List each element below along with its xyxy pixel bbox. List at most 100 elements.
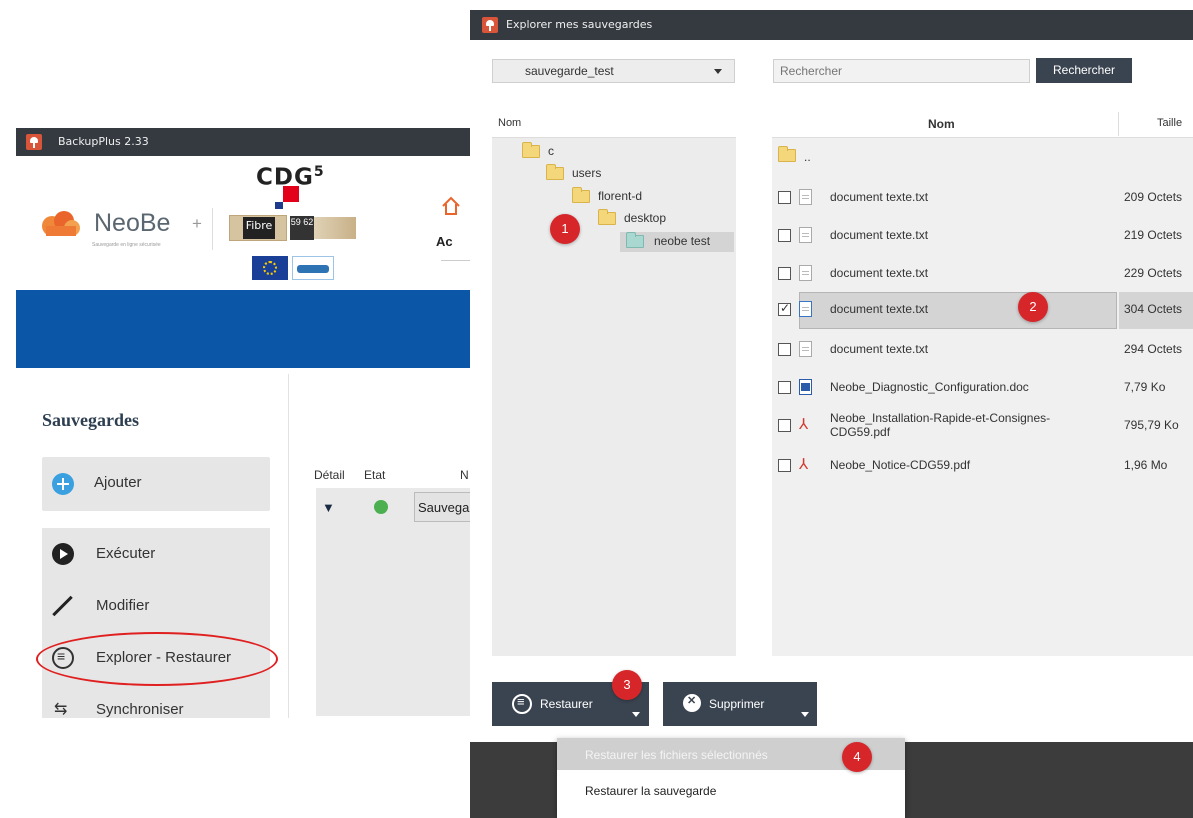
edit-button[interactable]: Modifier bbox=[42, 584, 270, 628]
backup-select[interactable]: sauvegarde_test bbox=[492, 59, 735, 83]
home-tab-label[interactable]: Ac bbox=[436, 234, 453, 249]
tree-item-label: neobe test bbox=[654, 234, 711, 248]
restore-label: Restaurer bbox=[540, 697, 593, 711]
files-column-name[interactable]: Nom bbox=[928, 117, 955, 131]
menu-item-restore-filtered[interactable]: Restaurer les fichiers sélectionnés avec… bbox=[557, 806, 905, 818]
chevron-down-icon[interactable] bbox=[801, 712, 809, 717]
expand-arrow-icon[interactable]: ▼ bbox=[322, 500, 335, 515]
sync-icon bbox=[52, 699, 74, 721]
sidebar-title: Sauvegardes bbox=[42, 410, 140, 430]
app-logo-icon bbox=[26, 134, 42, 150]
file-checkbox[interactable] bbox=[778, 419, 791, 432]
folder-icon bbox=[778, 146, 796, 162]
files-column-size[interactable]: Taille bbox=[1157, 117, 1182, 129]
play-circle-icon bbox=[52, 543, 74, 565]
search-button[interactable]: Rechercher bbox=[1036, 58, 1132, 83]
plus-circle-icon bbox=[52, 473, 74, 495]
file-size: 294 Octets bbox=[1124, 342, 1183, 356]
tree-item-label: users bbox=[572, 166, 602, 180]
file-checkbox[interactable] bbox=[778, 459, 791, 472]
column-header-name[interactable]: N bbox=[460, 468, 469, 482]
file-checkbox[interactable] bbox=[778, 191, 791, 204]
step-badge-3: 3 bbox=[612, 670, 642, 700]
folder-icon bbox=[598, 209, 616, 225]
column-divider bbox=[1118, 112, 1119, 136]
europe-logo bbox=[292, 256, 334, 280]
add-backup-button[interactable]: Ajouter bbox=[42, 457, 270, 511]
blue-header-band bbox=[16, 290, 471, 368]
home-icon[interactable] bbox=[441, 196, 461, 216]
file-row[interactable]: Neobe_Notice-CDG59.pdf 1,96 Mo bbox=[772, 448, 1193, 482]
file-size: 795,79 Ko bbox=[1124, 418, 1179, 432]
folder-icon bbox=[572, 187, 590, 203]
file-name: document texte.txt bbox=[830, 266, 929, 280]
step-badge-4: 4 bbox=[842, 742, 872, 772]
file-name: Neobe_Notice-CDG59.pdf bbox=[830, 458, 971, 472]
execute-button[interactable]: Exécuter bbox=[42, 532, 270, 576]
fibre-logo-text: Fibre bbox=[243, 217, 275, 239]
search-input[interactable] bbox=[773, 59, 1030, 83]
cdg-red-square bbox=[283, 186, 299, 202]
neobe-tagline: Sauvegarde en ligne sécurisée bbox=[92, 242, 161, 248]
explorer-title: Explorer mes sauvegardes bbox=[506, 18, 653, 31]
step-badge-2: 2 bbox=[1018, 292, 1048, 322]
file-checkbox[interactable] bbox=[778, 229, 791, 242]
tree-item-neobe-test[interactable]: neobe test bbox=[620, 232, 734, 252]
menu-item-restore-backup[interactable]: Restaurer la sauvegarde bbox=[557, 774, 905, 806]
highlight-ellipse bbox=[36, 632, 278, 686]
file-name: document texte.txt bbox=[830, 302, 929, 316]
file-row[interactable]: document texte.txt 229 Octets bbox=[772, 256, 1193, 290]
status-indicator bbox=[374, 500, 388, 514]
text-file-icon bbox=[799, 341, 812, 357]
file-row[interactable]: Neobe_Installation-Rapide-et-Consignes-C… bbox=[772, 408, 1193, 442]
file-row-selected[interactable]: document texte.txt 304 Octets bbox=[772, 292, 1193, 329]
fibre-logo-band bbox=[314, 217, 356, 239]
neobe-logo-text: NeoBe bbox=[94, 209, 171, 237]
text-file-icon bbox=[799, 189, 812, 205]
edit-label: Modifier bbox=[96, 597, 150, 614]
delete-button[interactable]: Supprimer bbox=[663, 682, 817, 726]
file-size: 1,96 Mo bbox=[1124, 458, 1168, 472]
synchronize-button[interactable]: Synchroniser bbox=[42, 688, 270, 732]
column-header-detail[interactable]: Détail bbox=[314, 468, 345, 482]
file-size: 7,79 Ko bbox=[1124, 380, 1166, 394]
file-name: Neobe_Installation-Rapide-et-Consignes-C… bbox=[830, 411, 1051, 439]
file-checkbox[interactable] bbox=[778, 343, 791, 356]
file-size: 219 Octets bbox=[1124, 228, 1183, 242]
chevron-down-icon bbox=[714, 69, 722, 74]
file-row[interactable]: document texte.txt 294 Octets bbox=[772, 332, 1193, 366]
file-size: 229 Octets bbox=[1124, 266, 1183, 280]
text-file-icon bbox=[799, 265, 812, 281]
files-header bbox=[772, 110, 1193, 138]
file-name: document texte.txt bbox=[830, 342, 929, 356]
file-size: 304 Octets bbox=[1124, 302, 1183, 316]
tree-header-label[interactable]: Nom bbox=[498, 117, 521, 129]
parent-folder-label: .. bbox=[804, 150, 811, 164]
tree-item-label: c bbox=[548, 144, 554, 158]
restore-icon bbox=[512, 694, 532, 714]
column-header-status[interactable]: Etat bbox=[364, 468, 385, 482]
file-row[interactable]: document texte.txt 209 Octets bbox=[772, 180, 1193, 214]
file-name: Neobe_Diagnostic_Configuration.doc bbox=[830, 380, 1029, 394]
file-name: document texte.txt bbox=[830, 228, 929, 242]
file-row[interactable]: Neobe_Diagnostic_Configuration.doc 7,79 … bbox=[772, 370, 1193, 404]
file-checkbox-checked[interactable] bbox=[778, 301, 791, 316]
delete-label: Supprimer bbox=[709, 697, 765, 711]
file-checkbox[interactable] bbox=[778, 381, 791, 394]
tree-item-label: florent-d bbox=[598, 189, 643, 203]
file-checkbox[interactable] bbox=[778, 267, 791, 280]
backup-table bbox=[316, 488, 471, 716]
backupplus-titlebar[interactable]: BackupPlus 2.33 bbox=[16, 128, 471, 156]
word-file-icon bbox=[799, 379, 812, 395]
chevron-down-icon[interactable] bbox=[632, 712, 640, 717]
close-circle-icon bbox=[683, 694, 701, 712]
file-row[interactable]: document texte.txt 219 Octets bbox=[772, 218, 1193, 252]
neobe-cloud-icon bbox=[42, 211, 80, 236]
execute-label: Exécuter bbox=[96, 545, 156, 562]
text-file-icon bbox=[799, 227, 812, 243]
backup-name-cell[interactable]: Sauvegarde bbox=[414, 492, 471, 522]
pdf-file-icon bbox=[799, 455, 812, 473]
step-badge-1: 1 bbox=[550, 214, 580, 244]
tree-header bbox=[492, 110, 736, 138]
synchronize-label: Synchroniser bbox=[96, 701, 184, 718]
